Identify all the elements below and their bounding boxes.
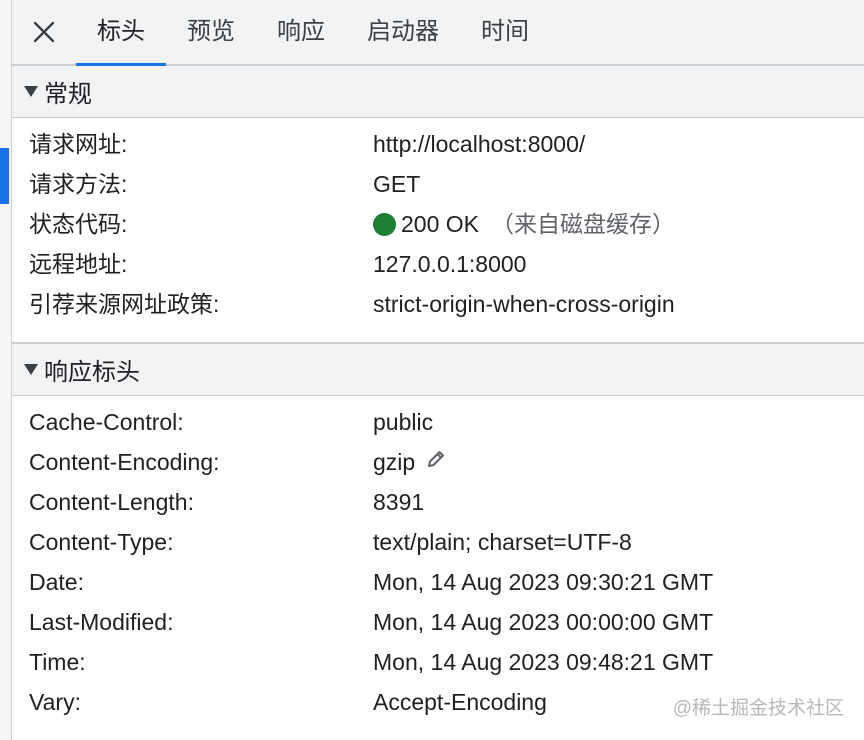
row-value: 8391 bbox=[373, 489, 425, 515]
tab-initiator[interactable]: 启动器 bbox=[346, 0, 460, 64]
tab-headers[interactable]: 标头 bbox=[76, 0, 166, 66]
row-value: Mon, 14 Aug 2023 09:48:21 GMT bbox=[373, 649, 714, 675]
header-row-last-modified: Last-Modified: Mon, 14 Aug 2023 00:00:00… bbox=[12, 602, 864, 642]
selected-request-indicator bbox=[0, 148, 9, 204]
row-value: Mon, 14 Aug 2023 00:00:00 GMT bbox=[373, 609, 714, 635]
row-key: 引荐来源网址政策: bbox=[29, 291, 220, 317]
header-row-content-type: Content-Type: text/plain; charset=UTF-8 bbox=[12, 522, 864, 562]
response-headers-section-title: 响应标头 bbox=[44, 359, 140, 386]
row-key: Time: bbox=[29, 649, 86, 675]
row-value: public bbox=[373, 409, 434, 435]
general-section-header[interactable]: 常规 bbox=[12, 66, 864, 118]
row-key: Vary: bbox=[29, 689, 81, 715]
row-key: Content-Length: bbox=[29, 489, 194, 515]
general-row-referrer-policy: 引荐来源网址政策: strict-origin-when-cross-origi… bbox=[12, 284, 864, 324]
general-section-title: 常规 bbox=[44, 81, 92, 108]
row-key: 状态代码: bbox=[29, 211, 128, 237]
tab-response[interactable]: 响应 bbox=[256, 0, 346, 64]
tab-preview[interactable]: 预览 bbox=[166, 0, 256, 64]
general-row-remote-address: 远程地址: 127.0.0.1:8000 bbox=[12, 244, 864, 284]
close-button[interactable] bbox=[12, 0, 76, 64]
row-value: http://localhost:8000/ bbox=[373, 131, 586, 157]
general-row-request-url: 请求网址: http://localhost:8000/ bbox=[12, 124, 864, 164]
header-row-content-encoding: Content-Encoding: gzip bbox=[12, 442, 864, 482]
row-value: Accept-Encoding bbox=[373, 689, 547, 715]
row-key: 远程地址: bbox=[29, 251, 128, 277]
row-key: Content-Encoding: bbox=[29, 449, 220, 475]
row-value: 127.0.0.1:8000 bbox=[373, 251, 527, 277]
pencil-icon[interactable] bbox=[425, 442, 447, 482]
response-headers-section-header[interactable]: 响应标头 bbox=[12, 344, 864, 396]
tab-bar: 标头 预览 响应 启动器 时间 bbox=[12, 0, 864, 66]
row-key: Date: bbox=[29, 569, 84, 595]
expand-triangle-icon bbox=[24, 364, 38, 375]
row-key: 请求网址: bbox=[29, 131, 128, 157]
tab-timing[interactable]: 时间 bbox=[460, 0, 550, 64]
expand-triangle-icon bbox=[24, 86, 38, 97]
row-value: Mon, 14 Aug 2023 09:30:21 GMT bbox=[373, 569, 714, 595]
row-value: strict-origin-when-cross-origin bbox=[373, 291, 675, 317]
header-row-cache-control: Cache-Control: public bbox=[12, 402, 864, 442]
header-row-date: Date: Mon, 14 Aug 2023 09:30:21 GMT bbox=[12, 562, 864, 602]
watermark: @稀土掘金技术社区 bbox=[672, 698, 844, 719]
status-ok-icon bbox=[373, 212, 396, 236]
row-key: 请求方法: bbox=[29, 171, 128, 197]
general-rows: 请求网址: http://localhost:8000/ 请求方法: GET 状… bbox=[12, 124, 864, 324]
row-key: Cache-Control: bbox=[29, 409, 184, 435]
row-value: gzip bbox=[373, 449, 416, 475]
general-row-status-code: 状态代码: 200 OK （来自磁盘缓存） bbox=[12, 204, 864, 244]
row-key: Last-Modified: bbox=[29, 609, 174, 635]
response-header-rows: Cache-Control: public Content-Encoding: … bbox=[12, 402, 864, 722]
header-row-content-length: Content-Length: 8391 bbox=[12, 482, 864, 522]
row-value: text/plain; charset=UTF-8 bbox=[373, 529, 632, 555]
status-code-text: 200 OK bbox=[401, 211, 479, 237]
request-details-panel: 标头 预览 响应 启动器 时间 常规 请求网址: http://localhos… bbox=[0, 0, 864, 740]
row-value: GET bbox=[373, 171, 421, 197]
row-key: Content-Type: bbox=[29, 529, 174, 555]
status-value: 200 OK （来自磁盘缓存） bbox=[373, 204, 675, 244]
close-icon bbox=[33, 21, 55, 43]
header-row-time: Time: Mon, 14 Aug 2023 09:48:21 GMT bbox=[12, 642, 864, 682]
general-row-request-method: 请求方法: GET bbox=[12, 164, 864, 204]
content-encoding-value: gzip bbox=[373, 442, 447, 482]
status-cache-note: （来自磁盘缓存） bbox=[491, 211, 675, 237]
request-list-edge bbox=[0, 0, 12, 740]
